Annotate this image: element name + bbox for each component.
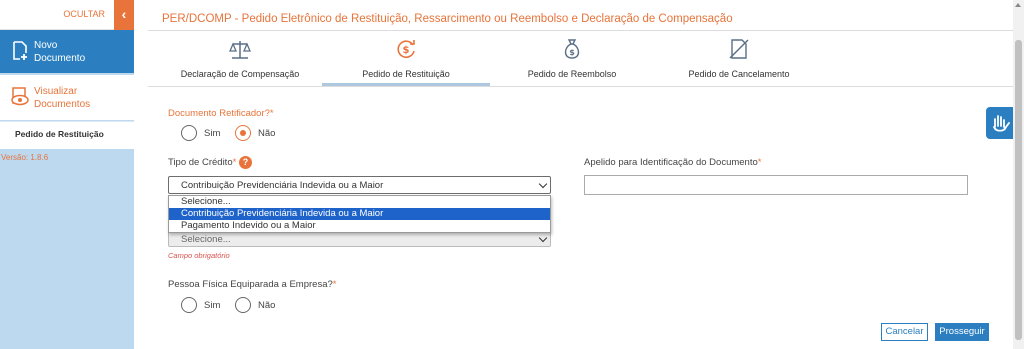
divider [148, 30, 1013, 31]
pessoa-fisica-nao-radio[interactable] [235, 297, 251, 313]
cancel-doc-icon [729, 39, 749, 59]
retificador-label-text: Documento Retificador? [168, 108, 270, 119]
required-mark: * [232, 157, 237, 168]
svg-text:$: $ [403, 45, 410, 56]
refund-icon: $ [397, 40, 415, 58]
hide-menu-label[interactable]: OCULTAR [63, 9, 105, 19]
tab-pedido-reembolso[interactable]: $ Pedido de Reembolso [512, 38, 632, 84]
tipo-credito-dropdown: Selecione... Contribuição Previdenciária… [168, 195, 551, 233]
required-mark: * [332, 279, 337, 290]
dropdown-option-selected[interactable]: Contribuição Previdenciária Indevida ou … [169, 208, 550, 220]
new-document-icon [13, 41, 27, 60]
tab-pedido-restituicao[interactable]: $ Pedido de Restituição [333, 38, 479, 84]
tab-label: Pedido de Reembolso [527, 69, 617, 79]
tab-pedido-cancelamento[interactable]: Pedido de Cancelamento [677, 38, 801, 84]
required-mark: * [757, 157, 762, 168]
retificador-nao-radio[interactable] [235, 125, 251, 141]
sidebar-item-pedido-restituicao[interactable]: Pedido de Restituição [0, 121, 134, 149]
sidebar-label-line: Novo [34, 40, 58, 51]
version-label: Versão: 1.8.6 [1, 153, 49, 162]
help-icon[interactable]: ? [239, 156, 252, 169]
retificador-label: Documento Retificador?* [168, 108, 274, 119]
sidebar-label-line: Documento [34, 53, 86, 64]
sidebar-item-new-document[interactable]: Novo Documento [0, 30, 134, 73]
retificador-sim-radio[interactable] [181, 125, 197, 141]
page-title: PER/DCOMP - Pedido Eletrônico de Restitu… [162, 13, 733, 25]
pessoa-fisica-label-text: Pessoa Física Equiparada a Empresa? [168, 279, 333, 290]
sidebar-label-line: Documentos [34, 99, 91, 110]
tipo-credito-label: Tipo de Crédito* [168, 157, 236, 168]
svg-text:$: $ [569, 48, 575, 57]
money-bag-icon: $ [564, 39, 580, 59]
apelido-input[interactable] [584, 175, 968, 195]
accessibility-button[interactable] [986, 107, 1016, 139]
collapse-sidebar-button[interactable]: ‹ [114, 0, 134, 30]
cancel-button[interactable]: Cancelar [881, 323, 928, 341]
tab-label: Pedido de Cancelamento [688, 69, 790, 79]
required-field-error: Campo obrigatório [168, 251, 230, 260]
tab-label: Pedido de Restituição [362, 69, 450, 79]
sidebar-item-view-documents[interactable]: Visualizar Documentos [0, 75, 134, 120]
pessoa-fisica-sim-label: Sim [204, 300, 221, 311]
pessoa-fisica-label: Pessoa Física Equiparada a Empresa?* [168, 279, 336, 290]
view-documents-icon [11, 87, 29, 106]
apelido-label-text: Apelido para Identificação do Documento [584, 157, 758, 168]
scroll-up-icon[interactable] [1015, 3, 1021, 7]
apelido-label: Apelido para Identificação do Documento* [584, 157, 761, 168]
sidebar-label-line: Visualizar [34, 86, 78, 97]
pessoa-fisica-nao-label: Não [258, 300, 276, 311]
chevron-down-icon [538, 179, 548, 189]
pessoa-fisica-sim-radio[interactable] [181, 297, 197, 313]
scrollbar-thumb[interactable] [1015, 40, 1022, 340]
tipo-credito-selected: Contribuição Previdenciária Indevida ou … [181, 180, 384, 191]
chevron-down-icon [538, 233, 548, 243]
dropdown-option[interactable]: Pagamento Indevido ou a Maior [169, 220, 550, 232]
tab-declaracao-compensacao[interactable]: Declaração de Compensação [172, 38, 308, 84]
tipo-credito-label-text: Tipo de Crédito [168, 157, 233, 168]
tipo-credito-select[interactable]: Contribuição Previdenciária Indevida ou … [168, 176, 551, 194]
sidebar: OCULTAR ‹ Novo Documento Visualizar Docu… [0, 0, 134, 349]
sign-language-icon [993, 115, 1010, 132]
tab-label: Declaração de Compensação [180, 69, 300, 79]
dropdown-option[interactable]: Selecione... [169, 196, 550, 208]
secondary-select-value: Selecione... [181, 234, 231, 245]
required-mark: * [269, 108, 274, 119]
retificador-nao-label: Não [258, 128, 276, 139]
scrollbar[interactable] [1013, 0, 1024, 349]
proceed-button[interactable]: Prosseguir [935, 323, 989, 341]
retificador-sim-label: Sim [204, 128, 221, 139]
divider [148, 86, 1013, 87]
scales-icon [229, 41, 251, 59]
sidebar-header: OCULTAR ‹ [0, 0, 134, 30]
